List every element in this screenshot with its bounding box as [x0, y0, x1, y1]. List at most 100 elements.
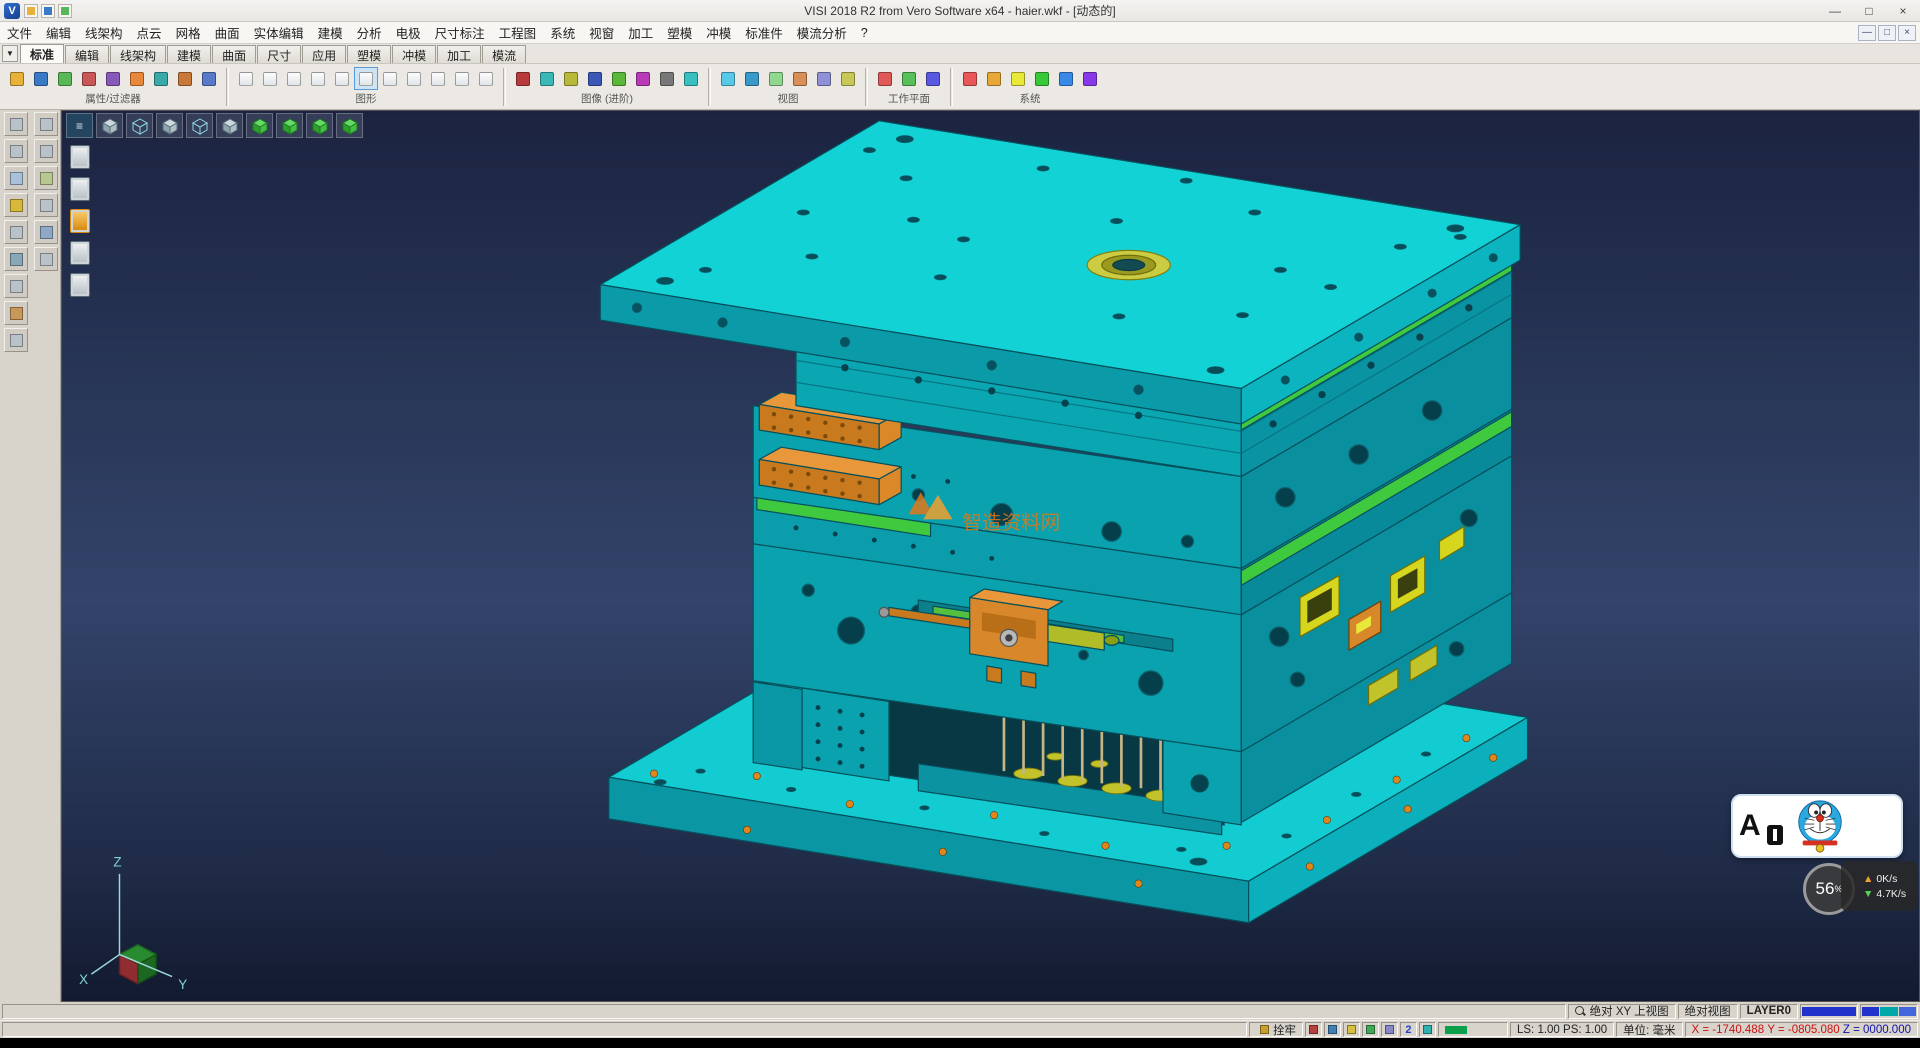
menu-item-help[interactable]: ? [854, 24, 875, 42]
fit-view-tool-icon[interactable] [4, 328, 28, 352]
workplane-align-icon[interactable] [897, 67, 921, 90]
material-settings-icon[interactable] [679, 67, 703, 90]
array-tool-icon[interactable] [34, 247, 58, 271]
menu-item-modeling[interactable]: 建模 [311, 21, 350, 44]
tab-surface[interactable]: 曲面 [212, 45, 256, 63]
units-settings-icon[interactable] [1030, 67, 1054, 90]
zoom-window-icon[interactable] [511, 67, 535, 90]
draft-check-icon[interactable] [426, 67, 450, 90]
zoom-fit-icon[interactable] [535, 67, 559, 90]
mdi-close-button[interactable]: × [1898, 25, 1916, 41]
current-color-swatch[interactable] [1800, 1004, 1858, 1019]
tab-modeling[interactable]: 建模 [167, 45, 211, 63]
copy-tool-icon[interactable] [34, 139, 58, 163]
palette-swatch[interactable] [1860, 1004, 1918, 1019]
measure-tool-icon[interactable] [4, 220, 28, 244]
layer-cell[interactable]: LAYER0 [1740, 1004, 1798, 1019]
view-cube-side-icon[interactable] [216, 113, 243, 138]
rotate-view-icon[interactable] [583, 67, 607, 90]
delete-tool-icon[interactable] [4, 274, 28, 298]
mdi-minimize-button[interactable]: — [1858, 25, 1876, 41]
view-previous-icon[interactable] [812, 67, 836, 90]
transform-tool-icon[interactable] [34, 193, 58, 217]
new-file-icon[interactable] [24, 4, 38, 18]
tab-mold[interactable]: 塑模 [347, 45, 391, 63]
app-icon[interactable]: V [4, 3, 20, 19]
tab-application[interactable]: 应用 [302, 45, 346, 63]
menu-item-window[interactable]: 视窗 [582, 21, 621, 44]
menu-item-machining[interactable]: 加工 [621, 21, 660, 44]
tab-dropdown-icon[interactable]: ▼ [2, 45, 18, 62]
input-overlay-card[interactable]: A [1731, 794, 1903, 858]
3d-viewport[interactable]: 智造资料网 Z X Y [61, 110, 1920, 1002]
dynamic-shading-icon[interactable] [354, 67, 378, 90]
open-file-icon[interactable] [41, 4, 55, 18]
menu-item-mesh[interactable]: 网格 [169, 21, 208, 44]
tab-flow[interactable]: 模流 [482, 45, 526, 63]
type-filter-icon[interactable] [101, 67, 125, 90]
shaded-mode-icon[interactable] [282, 67, 306, 90]
section-capture-icon[interactable] [607, 67, 631, 90]
select-tool-icon[interactable] [4, 247, 28, 271]
color-filter-icon[interactable] [77, 67, 101, 90]
snapshot-icon[interactable] [631, 67, 655, 90]
rendered-mode-icon[interactable] [330, 67, 354, 90]
view-state-3-icon[interactable] [70, 209, 90, 233]
view-state-2-icon[interactable] [70, 177, 90, 201]
tab-machining[interactable]: 加工 [437, 45, 481, 63]
tab-die[interactable]: 冲模 [392, 45, 436, 63]
texture-mode-icon[interactable] [474, 67, 498, 90]
tab-edit[interactable]: 编辑 [65, 45, 109, 63]
menu-item-solid-edit[interactable]: 实体编辑 [247, 21, 311, 44]
view-cube-front-icon[interactable] [156, 113, 183, 138]
hidden-line-mode-icon[interactable] [258, 67, 282, 90]
view-shaded-3-icon[interactable] [306, 113, 333, 138]
view-mode-cell[interactable]: 绝对 XY 上视图 [1568, 1004, 1676, 1019]
view-cube-iso-icon[interactable] [96, 113, 123, 138]
save-file-icon[interactable] [58, 4, 72, 18]
view-state-1-icon[interactable] [70, 145, 90, 169]
curvature-check-icon[interactable] [450, 67, 474, 90]
view-iso-icon[interactable] [788, 67, 812, 90]
section-view-icon[interactable] [402, 67, 426, 90]
visibility-filter-icon[interactable] [125, 67, 149, 90]
snap-toggle-icon[interactable] [1324, 1022, 1341, 1037]
menu-item-flow-analysis[interactable]: 模流分析 [790, 21, 854, 44]
view-front-icon[interactable] [716, 67, 740, 90]
pan-view-icon[interactable] [559, 67, 583, 90]
highlight-filter-icon[interactable] [149, 67, 173, 90]
capture-icon[interactable] [1362, 1022, 1379, 1037]
mirror-tool-icon[interactable] [34, 220, 58, 244]
shaded-edge-mode-icon[interactable] [306, 67, 330, 90]
zoom-tool-icon[interactable] [4, 112, 28, 136]
maximize-button[interactable]: □ [1852, 0, 1886, 21]
paste-tool-icon[interactable] [34, 166, 58, 190]
tab-dimension[interactable]: 尺寸 [257, 45, 301, 63]
menu-item-electrode[interactable]: 电极 [389, 21, 428, 44]
minimize-button[interactable]: — [1818, 0, 1852, 21]
wireframe-mode-icon[interactable] [234, 67, 258, 90]
ortho-toggle-icon[interactable] [1343, 1022, 1360, 1037]
menu-item-mold[interactable]: 塑模 [660, 21, 699, 44]
view-side-icon[interactable] [764, 67, 788, 90]
menu-item-dimension[interactable]: 尺寸标注 [428, 21, 492, 44]
workplane-xy-icon[interactable] [873, 67, 897, 90]
light-settings-icon[interactable] [655, 67, 679, 90]
view-state-4-icon[interactable] [70, 241, 90, 265]
view-shaded-1-icon[interactable] [246, 113, 273, 138]
help-icon[interactable]: 2 [1400, 1022, 1417, 1037]
attribute-edit-icon[interactable] [29, 67, 53, 90]
units-cell[interactable]: 单位: 毫米 [1616, 1022, 1682, 1037]
mdi-restore-button[interactable]: □ [1878, 25, 1896, 41]
pan-tool-icon[interactable] [4, 139, 28, 163]
info-icon[interactable] [1078, 67, 1102, 90]
view-cube-wire-icon[interactable] [126, 113, 153, 138]
database-icon[interactable] [1054, 67, 1078, 90]
rotate-tool-icon[interactable] [4, 166, 28, 190]
view-top-icon[interactable] [740, 67, 764, 90]
menu-item-drafting[interactable]: 工程图 [492, 21, 544, 44]
dynamic-view-tool-icon[interactable] [4, 193, 28, 217]
snap-settings-icon[interactable] [1006, 67, 1030, 90]
layers-panel-icon[interactable] [1419, 1022, 1436, 1037]
view-shaded-2-icon[interactable] [276, 113, 303, 138]
